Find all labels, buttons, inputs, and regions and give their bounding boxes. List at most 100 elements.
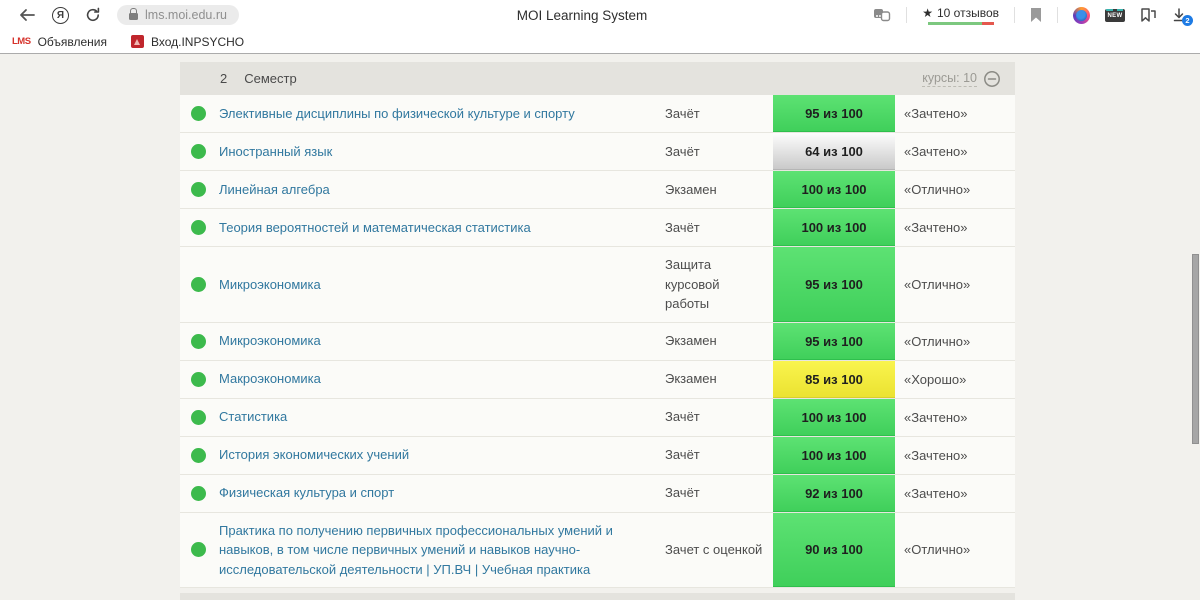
- url-text: lms.moi.edu.ru: [145, 8, 227, 22]
- downloads-button[interactable]: 2: [1172, 8, 1193, 26]
- course-status-dot: [191, 106, 206, 121]
- lock-icon: [129, 8, 138, 20]
- course-status-dot: [191, 144, 206, 159]
- exam-type: Зачёт: [665, 485, 700, 501]
- semester-title: Семестр: [244, 71, 297, 86]
- table-row: Статистика Зачёт 100 из 100 «Зачтено»: [180, 398, 1015, 437]
- bookmark-item-inpsycho[interactable]: Вход.INPSYCHO: [130, 34, 245, 49]
- back-button[interactable]: [18, 8, 36, 22]
- score-cell: 100 из 100: [773, 209, 895, 246]
- course-status-dot: [191, 182, 206, 197]
- score-cell: 85 из 100: [773, 360, 895, 398]
- grades-table-body: Элективные дисциплины по физической куль…: [180, 95, 1015, 588]
- grade-text: «Отлично»: [904, 182, 971, 197]
- divider: [1014, 7, 1015, 23]
- course-link[interactable]: Практика по получению первичных професси…: [219, 513, 665, 588]
- course-link[interactable]: Теория вероятностей и математическая ста…: [219, 210, 665, 246]
- table-row: Теория вероятностей и математическая ста…: [180, 209, 1015, 247]
- grade-text: «Зачтено»: [904, 144, 968, 159]
- score-cell: 95 из 100: [773, 95, 895, 132]
- table-row: Микроэкономика Защита курсовой работы 95…: [180, 247, 1015, 323]
- grade-text: «Отлично»: [904, 333, 971, 349]
- course-status-dot: [191, 333, 206, 349]
- course-link[interactable]: Линейная алгебра: [219, 172, 665, 208]
- score-cell: 90 из 100: [773, 512, 895, 587]
- grade-text: «Отлично»: [904, 276, 971, 292]
- table-row: Макроэкономика Экзамен 85 из 100 «Хорошо…: [180, 360, 1015, 399]
- semester-grades-panel: 2 Семестр курсы: 10 Элективные дисциплин…: [180, 62, 1015, 600]
- bookmark-item-lms[interactable]: LMS Объявления: [12, 35, 107, 49]
- grade-text: «Зачтено»: [904, 447, 968, 463]
- table-row: Практика по получению первичных професси…: [180, 512, 1015, 588]
- course-link[interactable]: Микроэкономика: [219, 323, 665, 359]
- grade-text: «Хорошо»: [904, 371, 967, 387]
- bookmarks-bar: LMS Объявления Вход.INPSYCHO: [0, 30, 1200, 54]
- exam-type: Зачёт: [665, 409, 700, 425]
- page-body: 2 Семестр курсы: 10 Элективные дисциплин…: [0, 54, 1200, 600]
- table-row: Микроэкономика Экзамен 95 из 100 «Отличн…: [180, 322, 1015, 361]
- exam-type: Зачет с оценкой: [665, 542, 763, 557]
- course-status-dot: [191, 485, 206, 501]
- video-extension-new-icon[interactable]: NEW: [1105, 8, 1125, 22]
- yandex-button[interactable]: Я: [52, 6, 69, 24]
- course-link[interactable]: Макроэкономика: [219, 361, 665, 397]
- table-row: Элективные дисциплины по физической куль…: [180, 95, 1015, 133]
- divider: [906, 7, 908, 23]
- course-link[interactable]: Элективные дисциплины по физической куль…: [219, 96, 665, 132]
- course-status-dot: [191, 409, 206, 425]
- score-cell: 100 из 100: [773, 171, 895, 208]
- semester-3-header: 3 Семестр курсы: 10: [180, 593, 1015, 600]
- exam-type: Экзамен: [665, 181, 717, 197]
- exam-type: Защита курсовой работы: [665, 257, 720, 311]
- exam-type: Зачёт: [665, 105, 700, 121]
- grade-text: «Зачтено»: [904, 220, 968, 235]
- divider: [1057, 7, 1058, 23]
- collapse-section-icon[interactable]: [983, 70, 1001, 88]
- course-link[interactable]: Физическая культура и спорт: [219, 475, 665, 511]
- tab-groups-icon[interactable]: [873, 8, 891, 22]
- table-row: Физическая культура и спорт Зачёт 92 из …: [180, 474, 1015, 513]
- semester-2-header: 2 Семестр курсы: 10: [180, 62, 1015, 95]
- reviews-count: 10 отзывов: [936, 5, 999, 20]
- exam-type: Экзамен: [665, 371, 717, 387]
- exam-type: Зачёт: [665, 143, 700, 159]
- exam-type: Экзамен: [665, 333, 717, 349]
- score-cell: 95 из 100: [773, 247, 895, 322]
- semester-number: 2: [220, 71, 228, 86]
- courses-count-link[interactable]: курсы: 10: [922, 71, 977, 87]
- address-bar[interactable]: lms.moi.edu.ru: [117, 5, 239, 25]
- page-title: MOI Learning System: [516, 7, 648, 23]
- score-cell: 64 из 100: [773, 133, 895, 170]
- course-status-dot: [191, 542, 206, 558]
- course-status-dot: [191, 220, 206, 235]
- course-link[interactable]: Статистика: [219, 399, 665, 435]
- reviews-rating-bar: [927, 21, 994, 25]
- collections-icon[interactable]: [1140, 7, 1157, 23]
- browser-toolbar: Я lms.moi.edu.ru MOI Learning System ★ 1…: [0, 0, 1200, 30]
- course-status-dot: [191, 447, 206, 463]
- lms-favicon: LMS: [12, 36, 31, 47]
- bookmark-label: Объявления: [37, 34, 107, 49]
- grade-text: «Отлично»: [904, 542, 971, 558]
- table-row: Линейная алгебра Экзамен 100 из 100 «Отл…: [180, 171, 1015, 209]
- exam-type: Зачёт: [665, 219, 700, 235]
- downloads-badge: 2: [1182, 15, 1193, 26]
- course-status-dot: [191, 371, 206, 387]
- course-link[interactable]: История экономических учений: [219, 437, 665, 473]
- course-link[interactable]: Микроэкономика: [219, 267, 665, 303]
- bookmark-icon[interactable]: [1030, 7, 1042, 23]
- score-cell: 100 из 100: [773, 436, 895, 474]
- score-cell: 92 из 100: [773, 474, 895, 512]
- site-reviews-button[interactable]: ★ 10 отзывов: [922, 6, 999, 25]
- course-link[interactable]: Иностранный язык: [219, 134, 665, 170]
- browser-extension-icon[interactable]: [1073, 6, 1090, 24]
- grade-text: «Зачтено»: [904, 106, 968, 121]
- course-status-dot: [191, 276, 206, 292]
- grade-text: «Зачтено»: [904, 409, 968, 425]
- table-row: История экономических учений Зачёт 100 и…: [180, 436, 1015, 475]
- bookmark-label: Вход.INPSYCHO: [150, 34, 245, 49]
- star-icon: ★: [922, 5, 933, 20]
- score-cell: 100 из 100: [773, 398, 895, 436]
- refresh-button[interactable]: [85, 7, 101, 23]
- scrollbar-thumb[interactable]: [1192, 254, 1199, 444]
